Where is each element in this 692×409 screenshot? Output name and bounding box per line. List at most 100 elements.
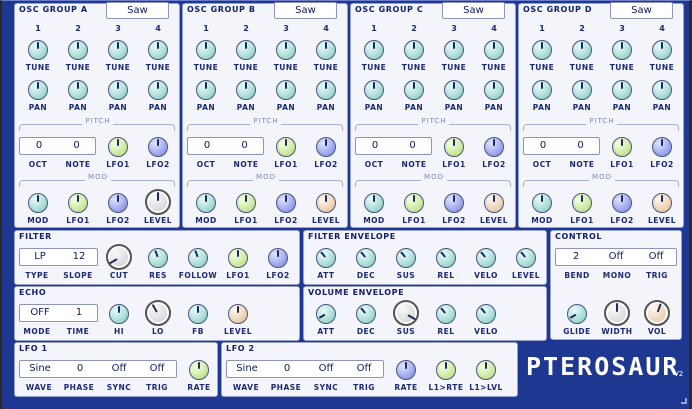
echo-lo-knob[interactable] [145, 300, 171, 326]
control-bend-mono-trig-box[interactable]: 2 Off Off [555, 248, 677, 266]
osc-pan-knob[interactable] [532, 80, 552, 100]
osc-mod-knob[interactable] [28, 193, 48, 213]
osc-note-value[interactable]: 0 [226, 138, 263, 154]
osc-tune-knob[interactable] [404, 40, 424, 60]
lfo2-l1-level-knob[interactable] [476, 360, 496, 380]
osc-mod-lfo1-knob[interactable] [68, 193, 88, 213]
osc-wave-select[interactable]: Saw [274, 2, 337, 19]
echo-hi-knob[interactable] [109, 304, 129, 324]
filter-lfo1-knob[interactable] [228, 248, 248, 268]
filter-env-level-knob[interactable] [516, 248, 536, 268]
lfo2-trig-value[interactable]: Off [345, 361, 383, 377]
osc-note-value[interactable]: 0 [58, 138, 95, 154]
volume-env-dec-knob[interactable] [356, 304, 376, 324]
osc-mod-knob[interactable] [196, 193, 216, 213]
filter-type-slope-box[interactable]: LP 12 [19, 248, 98, 266]
osc-level-knob[interactable] [145, 189, 171, 215]
osc-tune-knob[interactable] [316, 40, 336, 60]
osc-mod-lfo2-knob[interactable] [276, 193, 296, 213]
osc-pan-knob[interactable] [108, 80, 128, 100]
osc-tune-knob[interactable] [652, 40, 672, 60]
osc-oct-note-box[interactable]: 0 0 [187, 137, 264, 155]
osc-pan-knob[interactable] [484, 80, 504, 100]
volume-env-rel-knob[interactable] [436, 304, 456, 324]
echo-level-knob[interactable] [228, 304, 248, 324]
filter-env-rel-knob[interactable] [436, 248, 456, 268]
lfo2-phase-value[interactable]: 0 [267, 361, 307, 377]
osc-tune-knob[interactable] [364, 40, 384, 60]
resize-grip-icon[interactable] [681, 398, 687, 404]
osc-pitch-lfo2-knob[interactable] [484, 137, 504, 157]
osc-tune-knob[interactable] [148, 40, 168, 60]
osc-pitch-lfo1-knob[interactable] [444, 137, 464, 157]
osc-note-value[interactable]: 0 [394, 138, 431, 154]
filter-slope-value[interactable]: 12 [60, 249, 98, 265]
osc-mod-lfo2-knob[interactable] [612, 193, 632, 213]
filter-env-att-knob[interactable] [316, 248, 336, 268]
lfo1-rate-knob[interactable] [189, 360, 209, 380]
control-trig-value[interactable]: Off [636, 249, 676, 265]
osc-tune-knob[interactable] [532, 40, 552, 60]
filter-cut-knob[interactable] [106, 244, 132, 270]
osc-tune-knob[interactable] [28, 40, 48, 60]
osc-pan-knob[interactable] [276, 80, 296, 100]
osc-pan-knob[interactable] [28, 80, 48, 100]
osc-tune-knob[interactable] [276, 40, 296, 60]
osc-tune-knob[interactable] [108, 40, 128, 60]
control-glide-knob[interactable] [567, 304, 587, 324]
osc-pan-knob[interactable] [404, 80, 424, 100]
control-vol-knob[interactable] [644, 300, 670, 326]
osc-pan-knob[interactable] [444, 80, 464, 100]
osc-pitch-lfo2-knob[interactable] [148, 137, 168, 157]
osc-tune-knob[interactable] [68, 40, 88, 60]
lfo1-wave-value[interactable]: Sine [20, 361, 60, 377]
osc-wave-select[interactable]: Saw [610, 2, 673, 19]
osc-pan-knob[interactable] [612, 80, 632, 100]
osc-tune-knob[interactable] [444, 40, 464, 60]
osc-oct-note-box[interactable]: 0 0 [523, 137, 600, 155]
volume-env-velo-knob[interactable] [476, 304, 496, 324]
osc-pan-knob[interactable] [572, 80, 592, 100]
osc-oct-value[interactable]: 0 [188, 138, 226, 154]
osc-pitch-lfo1-knob[interactable] [276, 137, 296, 157]
osc-pan-knob[interactable] [236, 80, 256, 100]
osc-wave-select[interactable]: Saw [442, 2, 505, 19]
osc-wave-select[interactable]: Saw [106, 2, 169, 19]
osc-note-value[interactable]: 0 [562, 138, 599, 154]
osc-pan-knob[interactable] [652, 80, 672, 100]
lfo1-phase-value[interactable]: 0 [60, 361, 100, 377]
osc-pan-knob[interactable] [364, 80, 384, 100]
osc-pan-knob[interactable] [68, 80, 88, 100]
osc-pitch-lfo2-knob[interactable] [652, 137, 672, 157]
osc-oct-note-box[interactable]: 0 0 [19, 137, 96, 155]
osc-oct-value[interactable]: 0 [524, 138, 562, 154]
filter-env-velo-knob[interactable] [476, 248, 496, 268]
osc-oct-value[interactable]: 0 [356, 138, 394, 154]
control-mono-value[interactable]: Off [596, 249, 636, 265]
volume-env-sus-knob[interactable] [393, 300, 419, 326]
lfo2-settings-box[interactable]: Sine 0 Off Off [226, 360, 384, 378]
osc-mod-lfo1-knob[interactable] [236, 193, 256, 213]
lfo1-trig-value[interactable]: Off [138, 361, 176, 377]
osc-tune-knob[interactable] [236, 40, 256, 60]
osc-pan-knob[interactable] [148, 80, 168, 100]
osc-mod-lfo1-knob[interactable] [404, 193, 424, 213]
osc-oct-note-box[interactable]: 0 0 [355, 137, 432, 155]
filter-env-sus-knob[interactable] [396, 248, 416, 268]
osc-pitch-lfo2-knob[interactable] [316, 137, 336, 157]
control-width-knob[interactable] [604, 300, 630, 326]
osc-tune-knob[interactable] [484, 40, 504, 60]
osc-mod-knob[interactable] [364, 193, 384, 213]
osc-level-knob[interactable] [652, 193, 672, 213]
osc-mod-knob[interactable] [532, 193, 552, 213]
osc-mod-lfo2-knob[interactable] [444, 193, 464, 213]
echo-fb-knob[interactable] [188, 304, 208, 324]
osc-oct-value[interactable]: 0 [20, 138, 58, 154]
osc-level-knob[interactable] [316, 193, 336, 213]
filter-env-dec-knob[interactable] [356, 248, 376, 268]
echo-time-value[interactable]: 1 [60, 305, 98, 321]
osc-tune-knob[interactable] [196, 40, 216, 60]
osc-pitch-lfo1-knob[interactable] [612, 137, 632, 157]
osc-mod-lfo1-knob[interactable] [572, 193, 592, 213]
echo-mode-time-box[interactable]: OFF 1 [19, 304, 98, 322]
